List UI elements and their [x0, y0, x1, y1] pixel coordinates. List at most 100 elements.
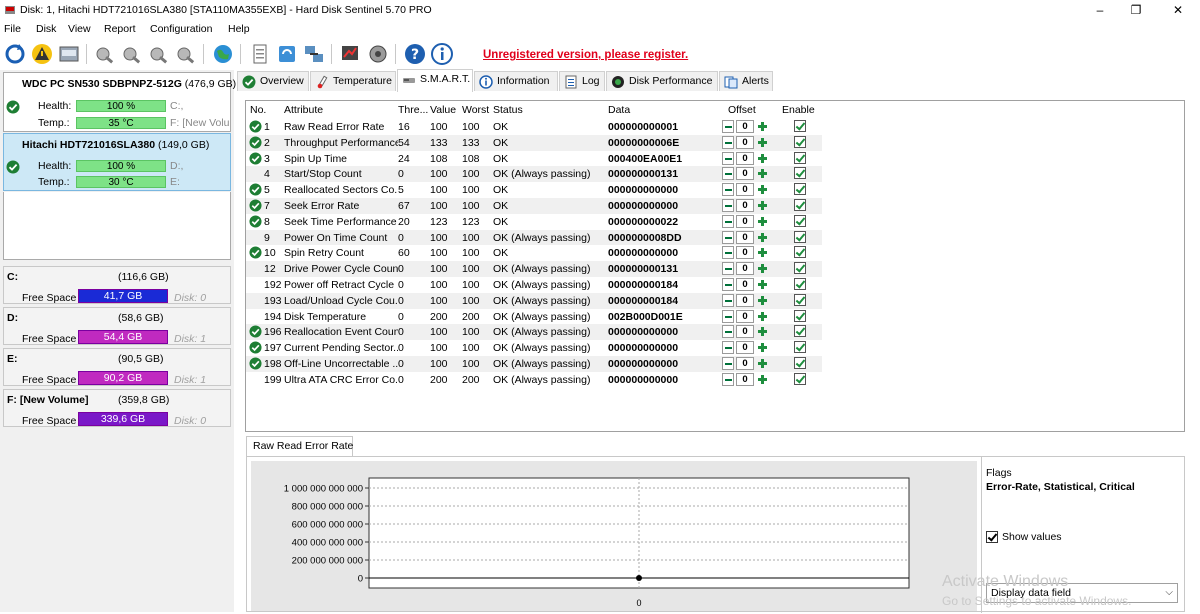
minus-icon[interactable]: [722, 357, 734, 370]
minus-icon[interactable]: [722, 278, 734, 291]
offset-value[interactable]: 0: [736, 325, 754, 339]
table-row[interactable]: 12 Drive Power Cycle Count 0 100 100 OK (Alwa…: [246, 261, 822, 277]
plus-icon[interactable]: [756, 294, 768, 307]
enable-checkbox[interactable]: [794, 214, 806, 227]
document-icon[interactable]: [248, 42, 272, 66]
disk-report-icon[interactable]: [57, 42, 81, 66]
enable-checkbox[interactable]: [794, 293, 806, 306]
chart-report-icon[interactable]: [339, 42, 363, 66]
plus-icon[interactable]: [756, 373, 768, 386]
table-row[interactable]: 9 Power On Time Count 0 100 100 OK (Always pa…: [246, 229, 822, 246]
tab-log[interactable]: Log: [559, 71, 605, 91]
minus-icon[interactable]: [722, 167, 734, 181]
offset-value[interactable]: 0: [736, 278, 754, 291]
disk-test-icon-2[interactable]: [120, 42, 144, 66]
plus-icon[interactable]: [756, 231, 768, 244]
help-icon[interactable]: ?: [403, 42, 427, 66]
table-row[interactable]: 5 Reallocated Sectors Co... 5 100 100 OK 00000…: [246, 182, 822, 198]
col-value[interactable]: Value: [430, 104, 456, 116]
minus-icon[interactable]: [722, 135, 734, 149]
disk-entry-0[interactable]: WDC PC SN530 SDBPNPZ-512G (476,9 GB) Hea…: [3, 72, 236, 132]
table-row[interactable]: 197 Current Pending Sector... 0 100 100 OK (A…: [246, 340, 822, 356]
enable-checkbox[interactable]: [794, 120, 806, 132]
minus-icon[interactable]: [722, 325, 734, 339]
offset-value[interactable]: 0: [736, 341, 754, 355]
col-offset[interactable]: Offset: [728, 104, 756, 116]
table-row[interactable]: 194 Disk Temperature 0 200 200 OK (Always pas…: [246, 309, 822, 325]
offset-value[interactable]: 0: [736, 262, 754, 276]
disk-test-icon-3[interactable]: [147, 42, 171, 66]
menu-configuration[interactable]: Configuration: [150, 23, 212, 35]
plus-icon[interactable]: [756, 310, 768, 323]
tab-disk-performance[interactable]: Disk Performance: [606, 71, 718, 91]
table-row[interactable]: 198 Off-Line Uncorrectable ... 0 100 100 OK (…: [246, 356, 822, 372]
enable-checkbox[interactable]: [794, 199, 806, 211]
plus-icon[interactable]: [756, 120, 768, 133]
col-enable[interactable]: Enable: [782, 104, 815, 116]
disk-entry-1[interactable]: Hitachi HDT721016SLA380 (149,0 GB) Healt…: [3, 133, 231, 191]
table-row[interactable]: 4 Start/Stop Count 0 100 100 OK (Always passi…: [246, 166, 822, 183]
enable-checkbox[interactable]: [794, 278, 806, 290]
tab-temperature[interactable]: Temperature: [310, 71, 396, 91]
speaker-icon[interactable]: [366, 42, 390, 66]
plus-icon[interactable]: [756, 136, 768, 149]
chart-tab[interactable]: Raw Read Error Rate: [246, 436, 353, 457]
menu-file[interactable]: File: [4, 23, 21, 35]
plus-icon[interactable]: [756, 183, 768, 196]
offset-value[interactable]: 0: [736, 214, 754, 228]
menu-report[interactable]: Report: [104, 23, 136, 35]
enable-checkbox[interactable]: [794, 341, 806, 354]
offset-value[interactable]: 0: [736, 357, 754, 370]
network-icon[interactable]: [302, 42, 326, 66]
col-status[interactable]: Status: [493, 104, 523, 116]
table-row[interactable]: 2 Throughput Performance 54 133 133 OK 0000000…: [246, 134, 822, 151]
enable-checkbox[interactable]: [794, 135, 806, 148]
menu-disk[interactable]: Disk: [36, 23, 56, 35]
table-row[interactable]: 199 Ultra ATA CRC Error Co... 0 200 200 OK (A…: [246, 372, 822, 388]
volume-f[interactable]: F: [New Volume] (359,8 GB) Free Space 33…: [3, 389, 231, 427]
minus-icon[interactable]: [722, 309, 734, 323]
enable-checkbox[interactable]: [794, 230, 806, 243]
tab-smart[interactable]: S.M.A.R.T.: [397, 69, 473, 92]
enable-checkbox[interactable]: [794, 325, 806, 338]
minus-icon[interactable]: [722, 293, 734, 307]
warning-icon[interactable]: [30, 42, 54, 66]
offset-value[interactable]: 0: [736, 199, 754, 212]
enable-checkbox[interactable]: [794, 357, 806, 369]
volume-d[interactable]: D: (58,6 GB) Free Space 54,4 GB Disk: 1: [3, 307, 231, 345]
minus-icon[interactable]: [722, 341, 734, 355]
offset-value[interactable]: 0: [736, 230, 754, 244]
enable-checkbox[interactable]: [794, 309, 806, 322]
minus-icon[interactable]: [722, 214, 734, 228]
minus-icon[interactable]: [722, 151, 734, 165]
tab-alerts[interactable]: Alerts: [719, 71, 773, 91]
sync-icon[interactable]: [275, 42, 299, 66]
offset-value[interactable]: 0: [736, 309, 754, 323]
tab-overview[interactable]: Overview: [237, 71, 309, 91]
col-attribute[interactable]: Attribute: [284, 104, 323, 116]
table-row[interactable]: 192 Power off Retract Cycle ... 0 100 100 OK …: [246, 277, 822, 293]
unregistered-link[interactable]: Unregistered version, please register.: [483, 49, 688, 61]
info-icon[interactable]: [430, 42, 454, 66]
plus-icon[interactable]: [756, 199, 768, 212]
plus-icon[interactable]: [756, 246, 768, 259]
enable-checkbox[interactable]: [794, 372, 806, 385]
offset-value[interactable]: 0: [736, 183, 754, 197]
table-row[interactable]: 196 Reallocation Event Count 0 100 100 OK (Al…: [246, 324, 822, 341]
volume-e[interactable]: E: (90,5 GB) Free Space 90,2 GB Disk: 1: [3, 348, 231, 386]
enable-checkbox[interactable]: [794, 151, 806, 164]
table-row[interactable]: 8 Seek Time Performance 20 123 123 OK 00000000…: [246, 214, 822, 230]
volume-c[interactable]: C: (116,6 GB) Free Space 41,7 GB Disk: 0: [3, 266, 231, 304]
disk-test-icon-4[interactable]: [174, 42, 198, 66]
close-button[interactable]: ✕: [1156, 0, 1200, 20]
minus-icon[interactable]: [722, 183, 734, 197]
plus-icon[interactable]: [756, 357, 768, 370]
col-data[interactable]: Data: [608, 104, 630, 116]
table-row[interactable]: 193 Load/Unload Cycle Cou... 0 100 100 OK (Al…: [246, 292, 822, 309]
minus-icon[interactable]: [722, 372, 734, 386]
plus-icon[interactable]: [756, 215, 768, 228]
plus-icon[interactable]: [756, 278, 768, 291]
table-row[interactable]: 10 Spin Retry Count 60 100 100 OK 000000000000…: [246, 245, 822, 261]
enable-checkbox[interactable]: [794, 183, 806, 196]
menu-view[interactable]: View: [68, 23, 91, 35]
